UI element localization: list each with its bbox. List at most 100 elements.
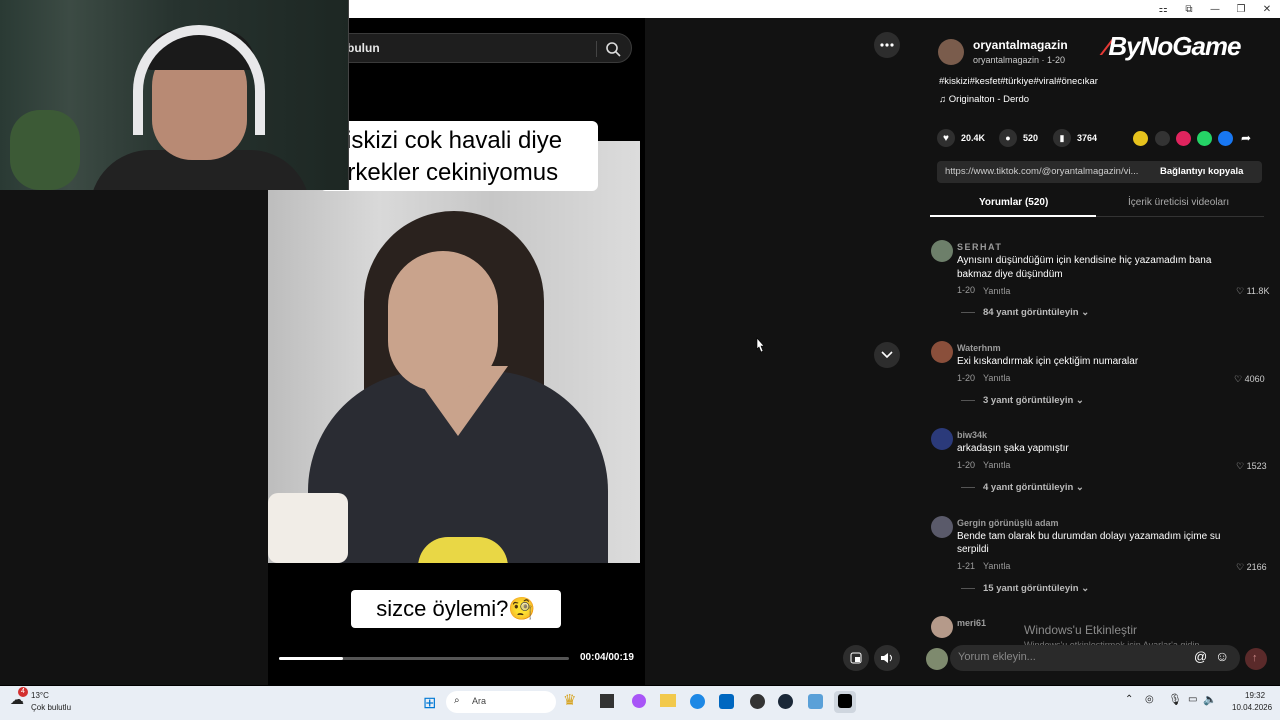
comment-user[interactable]: Gergin görünüşlü adam bbox=[957, 518, 1059, 528]
share-arrow-icon[interactable]: ➦ bbox=[1241, 131, 1251, 145]
heart-outline-icon: ♡ bbox=[1236, 286, 1245, 296]
creator-username[interactable]: oryantalmagazin bbox=[973, 38, 1068, 52]
tab-icon[interactable]: ⧉ bbox=[1176, 0, 1202, 18]
facebook-icon[interactable] bbox=[1218, 131, 1233, 146]
search-input[interactable]: bulun bbox=[347, 41, 380, 55]
comment-like-count: 11.8K bbox=[1246, 286, 1270, 296]
repost-icon[interactable] bbox=[1133, 131, 1148, 146]
arrow-up-icon: ↑ bbox=[1252, 652, 1258, 664]
chevron-down-icon: ⌄ bbox=[1081, 307, 1090, 318]
comment-user[interactable]: SERHAT bbox=[957, 242, 1002, 252]
minimize-button[interactable]: — bbox=[1202, 0, 1228, 18]
heart-icon: ♥ bbox=[943, 132, 949, 144]
comment-date: 1-20 bbox=[957, 373, 976, 383]
tab-comments[interactable]: Yorumlar (520) bbox=[979, 197, 1048, 208]
search-divider bbox=[596, 41, 597, 57]
file-explorer-icon[interactable] bbox=[660, 694, 676, 707]
creator-avatar[interactable] bbox=[938, 39, 964, 65]
comment-avatar[interactable] bbox=[931, 341, 953, 363]
comment-user[interactable]: Waterhnm bbox=[957, 343, 1001, 353]
copy-link-button[interactable]: Bağlantıyı kopyala bbox=[1160, 166, 1243, 177]
video-caption-bottom: sizce öylemi?🧐 bbox=[351, 590, 561, 628]
weather-temp[interactable]: 13°C bbox=[31, 691, 49, 700]
reply-button[interactable]: Yanıtla bbox=[983, 373, 1010, 383]
maximize-button[interactable]: ❐ bbox=[1228, 0, 1254, 18]
more-options-button[interactable] bbox=[874, 32, 900, 58]
embed-icon[interactable] bbox=[1155, 131, 1170, 146]
copilot-icon[interactable] bbox=[632, 694, 646, 708]
comment-avatar[interactable] bbox=[931, 428, 953, 450]
reply-button[interactable]: Yanıtla bbox=[983, 561, 1010, 571]
mention-icon[interactable]: @ bbox=[1194, 649, 1207, 664]
like-button[interactable]: ♥ bbox=[937, 129, 955, 147]
logo-text: ByNoGame bbox=[1108, 31, 1241, 61]
reply-button[interactable]: Yanıtla bbox=[983, 460, 1010, 470]
comment-like[interactable]: ♡ 2166 bbox=[1236, 562, 1267, 573]
comment-date: 1-21 bbox=[957, 561, 976, 571]
plant bbox=[10, 110, 80, 190]
taskbar-search[interactable]: ⌕ Ara bbox=[446, 691, 556, 713]
widget-crown-icon[interactable]: ♛ bbox=[563, 691, 576, 709]
comment-avatar[interactable] bbox=[931, 516, 953, 538]
volume-icon bbox=[881, 653, 892, 663]
whatsapp-icon[interactable] bbox=[1197, 131, 1212, 146]
send-comment-button[interactable]: ↑ bbox=[1245, 648, 1267, 670]
my-avatar[interactable] bbox=[926, 648, 948, 670]
comment-text: Aynısını düşündüğüm için kendisine hiç y… bbox=[957, 255, 1212, 266]
tab-divider bbox=[1096, 216, 1264, 217]
translate-icon[interactable]: ⚏ bbox=[1150, 0, 1176, 18]
save-button[interactable]: ▮ bbox=[1053, 129, 1071, 147]
reply-button[interactable]: Yanıtla bbox=[983, 286, 1010, 296]
app2-icon[interactable] bbox=[808, 694, 823, 709]
view-replies-button[interactable]: 84 yanıt görüntüleyin ⌄ bbox=[961, 307, 1089, 318]
comment-date: 1-20 bbox=[957, 460, 976, 470]
post-hashtags[interactable]: #kiskizi#kesfet#türkiye#viral#önecıkar bbox=[939, 76, 1098, 87]
comment-avatar[interactable] bbox=[931, 240, 953, 262]
search-icon[interactable] bbox=[604, 40, 622, 58]
comment-user[interactable]: biw34k bbox=[957, 430, 987, 440]
network-icon[interactable]: ▭ bbox=[1188, 694, 1197, 705]
post-music[interactable]: ♫ Originalton - Derdo bbox=[939, 94, 1029, 105]
send-icon[interactable] bbox=[1176, 131, 1191, 146]
comment-like[interactable]: ♡ 11.8K bbox=[1236, 286, 1269, 297]
comment-like[interactable]: ♡ 1523 bbox=[1236, 461, 1267, 472]
edge-icon[interactable] bbox=[690, 694, 705, 709]
task-view-icon[interactable] bbox=[600, 694, 614, 708]
start-button[interactable]: ⊞ bbox=[423, 693, 436, 713]
comment-input[interactable]: Yorum ekleyin... @ ☺ bbox=[950, 645, 1240, 671]
comment-avatar[interactable] bbox=[931, 616, 953, 638]
volume-button[interactable] bbox=[874, 645, 900, 671]
video-time: 00:04/00:19 bbox=[580, 652, 634, 663]
close-button[interactable]: ✕ bbox=[1254, 0, 1280, 18]
clock-date[interactable]: 10.04.2026 bbox=[1232, 703, 1272, 712]
mic-icon[interactable]: 🎙 bbox=[1168, 693, 1182, 706]
view-replies-button[interactable]: 15 yanıt görüntüleyin ⌄ bbox=[961, 583, 1089, 594]
tab-creator-videos[interactable]: İçerik üreticisi videoları bbox=[1128, 197, 1229, 208]
tray-chevron-up-icon[interactable]: ⌃ bbox=[1125, 694, 1133, 705]
search-icon: ⌕ bbox=[454, 695, 460, 706]
speaker-icon[interactable]: 🔈 bbox=[1203, 693, 1217, 706]
steam-icon[interactable] bbox=[778, 694, 793, 709]
comment-like-count: 2166 bbox=[1246, 562, 1267, 572]
link-box: https://www.tiktok.com/@oryantalmagazin/… bbox=[937, 161, 1262, 183]
emoji-icon[interactable]: ☺ bbox=[1215, 648, 1229, 664]
tray-app-icon[interactable]: ◎ bbox=[1145, 694, 1154, 705]
view-replies-button[interactable]: 3 yanıt görüntüleyin ⌄ bbox=[961, 395, 1084, 406]
next-video-button[interactable] bbox=[874, 342, 900, 368]
search-bar[interactable]: bulun bbox=[300, 33, 632, 63]
tiktok-taskbar-button[interactable] bbox=[834, 691, 856, 713]
video-progress-bar[interactable] bbox=[279, 657, 569, 660]
store-icon[interactable] bbox=[719, 694, 734, 709]
clock-time[interactable]: 19:32 bbox=[1245, 691, 1265, 700]
channel-logo: ⁄ByNoGame bbox=[1105, 31, 1242, 61]
pip-button[interactable] bbox=[843, 645, 869, 671]
weather-desc[interactable]: Çok bulutlu bbox=[31, 703, 71, 712]
app-icon[interactable] bbox=[750, 694, 765, 709]
progress-fill bbox=[279, 657, 343, 660]
comment-date: 1-20 bbox=[957, 285, 976, 295]
comment-text-cont: serpildi bbox=[957, 544, 989, 555]
comment-button[interactable]: ● bbox=[999, 129, 1017, 147]
comment-like[interactable]: ♡ 4060 bbox=[1234, 374, 1265, 385]
comment-user[interactable]: meri61 bbox=[957, 618, 986, 628]
view-replies-button[interactable]: 4 yanıt görüntüleyin ⌄ bbox=[961, 482, 1084, 493]
